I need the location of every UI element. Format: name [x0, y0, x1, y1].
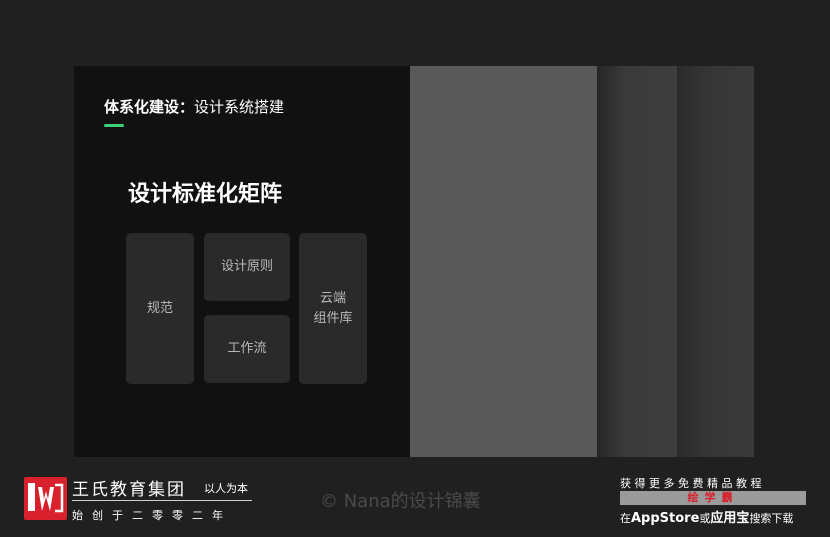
brand-name: 王氏教育集团 [72, 480, 186, 500]
promo-suffix: 搜索下载 [749, 512, 794, 525]
slide-title: 体系化建设：设计系统搭建 [104, 96, 284, 117]
promo-download-hint: 在AppStore或应用宝搜索下载 [620, 507, 793, 526]
placeholder-panel-3 [677, 66, 754, 457]
promo-store-yingyongbao: 应用宝 [710, 511, 750, 526]
card-cloud-component-library: 云端 组件库 [299, 233, 367, 384]
brand-logo-icon [24, 477, 67, 520]
brand-slogan: 以人为本 [204, 482, 248, 495]
slide-title-separator: ： [179, 98, 195, 116]
promo-prefix: 在 [620, 512, 631, 525]
promo-or: 或 [699, 512, 711, 525]
card-cloud-label-line2: 组件库 [313, 310, 353, 326]
card-design-principles: 设计原则 [204, 233, 290, 301]
brand-since: 始创于二零零二年 [72, 509, 232, 522]
title-accent-underline [104, 124, 124, 127]
promo-app-name: 绘学霸 [620, 491, 806, 505]
card-workflow-label: 工作流 [227, 341, 267, 356]
slide-title-bold: 体系化建设 [104, 98, 180, 116]
promo-tagline: 获得更多免费精品教程 [620, 477, 765, 490]
matrix-heading: 设计标准化矩阵 [128, 182, 283, 207]
slide-canvas: 体系化建设：设计系统搭建 设计标准化矩阵 规范 设计原则 工作流 云端 组件库 [74, 66, 754, 457]
slide-title-rest: 设计系统搭建 [194, 98, 285, 116]
card-guidelines: 规范 [126, 233, 194, 384]
placeholder-panel-1 [410, 66, 597, 457]
placeholder-panel-2 [597, 66, 677, 457]
card-design-principles-label: 设计原则 [220, 259, 273, 274]
watermark-text: © Nana的设计锦囊 [320, 491, 481, 512]
card-cloud-label-line1: 云端 [319, 290, 346, 306]
card-workflow: 工作流 [204, 315, 290, 383]
brand-divider [72, 500, 252, 501]
card-guidelines-label: 规范 [146, 300, 173, 316]
promo-store-appstore: AppStore [631, 511, 700, 526]
card-cloud-label: 云端 组件库 [313, 289, 352, 329]
